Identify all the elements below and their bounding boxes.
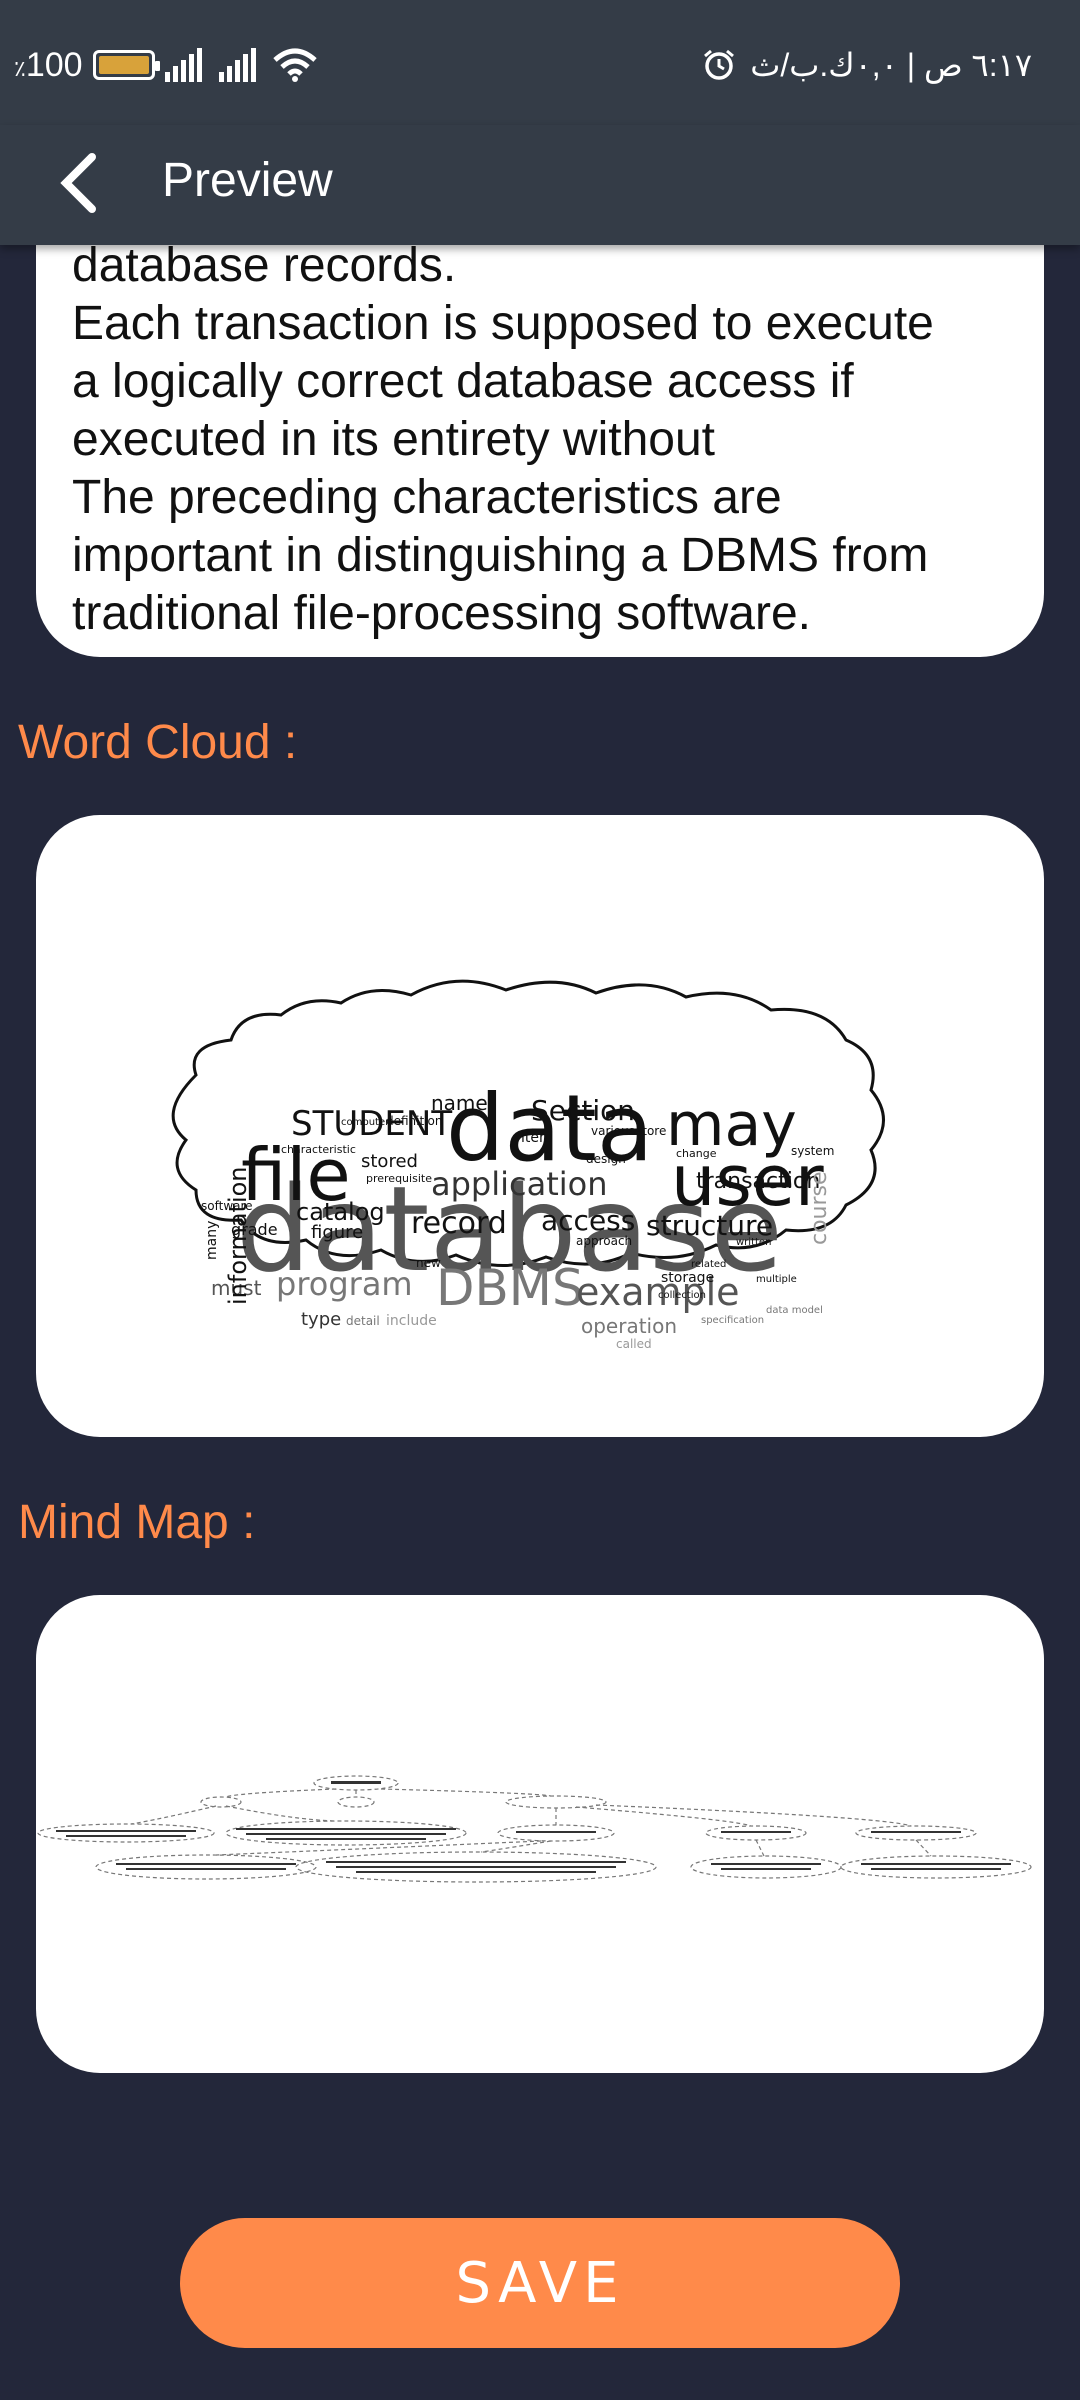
word-cloud-word: store (636, 1124, 666, 1138)
word-cloud-word: new (416, 1256, 441, 1270)
word-cloud-word: various (591, 1124, 635, 1138)
summary-text: database records. Each transaction is su… (72, 237, 994, 643)
back-arrow-icon (60, 153, 96, 213)
summary-line: database records. (72, 239, 457, 292)
summary-line: Each transaction is supposed to execute (72, 297, 934, 350)
word-cloud-word: item (521, 1130, 553, 1146)
word-cloud-word: DBMS (436, 1259, 584, 1317)
wifi-icon (272, 48, 317, 82)
word-cloud-word: detail (346, 1314, 380, 1328)
word-cloud-word: information (224, 1166, 252, 1305)
signal-icon (164, 48, 202, 82)
word-cloud-label: Word Cloud : (18, 716, 298, 769)
status-time: ٦:١٧ ص | ٠,٠ك.ب/ث (750, 47, 1032, 83)
summary-line: The preceding characteristics are (72, 471, 782, 524)
word-cloud-word: course (807, 1171, 832, 1245)
word-cloud-word: collection (658, 1290, 706, 1301)
mind-map-node (95, 1854, 317, 1880)
back-button[interactable] (38, 143, 118, 223)
word-cloud-word: type (301, 1309, 341, 1330)
word-cloud-word: prerequisite (366, 1172, 432, 1185)
mind-map-node (200, 1796, 242, 1808)
status-bar: ٪100 ٦:١٧ ص | ٠,٠ك.ب/ث (0, 0, 1080, 125)
word-cloud-word: Section (531, 1094, 635, 1127)
word-cloud-word: transaction (696, 1169, 820, 1194)
mind-map-node (37, 1823, 215, 1843)
page-title: Preview (162, 154, 333, 207)
save-button[interactable]: SAVE (180, 2218, 900, 2348)
summary-line: important in distinguishing a DBMS from (72, 529, 929, 582)
battery-icon (92, 50, 160, 80)
mind-map-node (337, 1796, 375, 1808)
signal-icon-2 (218, 48, 256, 82)
summary-line: traditional file-processing software. (72, 587, 812, 640)
word-cloud-word: design (586, 1152, 626, 1166)
word-cloud-word: system (791, 1144, 834, 1158)
word-cloud-word: called (616, 1337, 652, 1351)
mind-map-label: Mind Map : (18, 1496, 256, 1549)
mind-map-image (37, 1775, 1032, 1883)
word-cloud-word: approach (576, 1234, 632, 1248)
status-right: ٦:١٧ ص | ٠,٠ك.ب/ث (702, 40, 1032, 90)
summary-line: a logically correct database access if (72, 355, 854, 408)
word-cloud-word: multiple (756, 1274, 797, 1285)
word-cloud-image: databasedatafile usermaySTUDENTapplicatio… (171, 979, 885, 1351)
word-cloud-word: specification (701, 1315, 764, 1326)
word-cloud-word: characteristic (281, 1143, 356, 1156)
word-cloud-word: related (691, 1259, 726, 1270)
word-cloud-word: data model (766, 1305, 823, 1316)
word-cloud-word: stored (361, 1151, 418, 1172)
word-cloud-word: operation (581, 1314, 677, 1338)
word-cloud-word: change (676, 1147, 717, 1160)
status-left: ٪100 (14, 40, 317, 90)
word-cloud-word: include (386, 1313, 437, 1329)
word-cloud-word: record (411, 1206, 507, 1241)
summary-line: executed in its entirety without (72, 413, 716, 466)
mind-map-node (840, 1855, 1032, 1879)
word-cloud-word: figure (311, 1222, 363, 1243)
app-bar: Preview (0, 125, 1080, 245)
word-cloud-word: name (431, 1091, 488, 1115)
mind-map-node (505, 1795, 607, 1809)
word-cloud-word: application (431, 1165, 608, 1203)
word-cloud-word: written (736, 1237, 771, 1248)
word-cloud-card[interactable]: database data file user may STUDENT applicatio… (36, 815, 1044, 1437)
mind-map-card[interactable] (36, 1595, 1044, 2073)
word-cloud-word: program (276, 1265, 413, 1303)
alarm-icon (704, 49, 735, 80)
word-cloud-word: storage (661, 1270, 714, 1286)
mind-map-node (690, 1855, 842, 1879)
word-cloud-word: computer (341, 1117, 390, 1128)
word-cloud-word: definition (386, 1114, 442, 1128)
word-cloud-word: many (204, 1221, 220, 1260)
word-cloud-word: access (541, 1204, 635, 1237)
battery-percent: ٪100 (14, 45, 83, 84)
